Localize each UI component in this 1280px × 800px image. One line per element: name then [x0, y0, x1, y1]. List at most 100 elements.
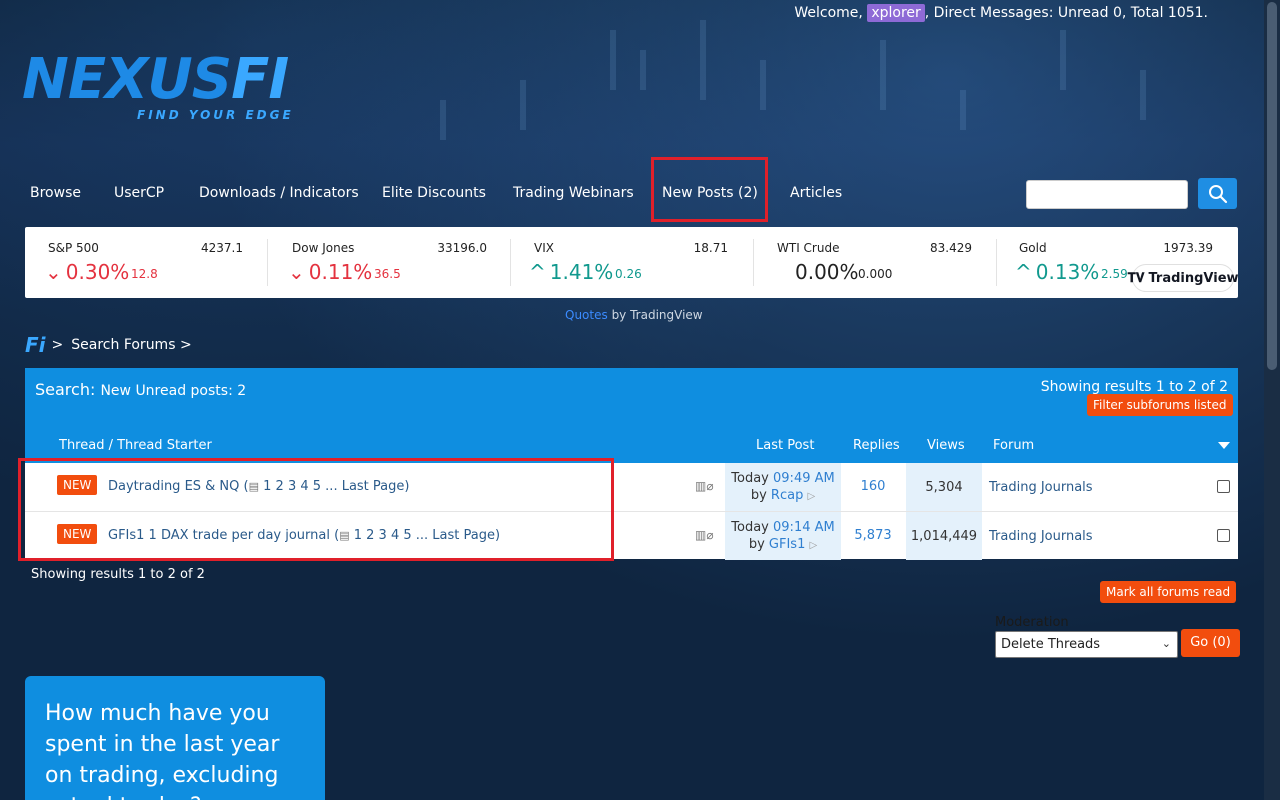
nav-elite-discounts[interactable]: Elite Discounts [382, 185, 486, 201]
quotes-by-text: by TradingView [611, 308, 703, 322]
mark-all-read-button[interactable]: Mark all forums read [1100, 581, 1237, 603]
moderation-selected: Delete Threads [1001, 637, 1101, 652]
search-title-label: Search: [35, 380, 96, 399]
ticker-change: 12.8 [131, 267, 158, 281]
goto-last-post-icon[interactable]: ▷ [807, 491, 815, 502]
quotes-credit: Quotes by TradingView [565, 308, 703, 322]
ticker-wti-crude[interactable]: WTI Crude 83.429 0.00% 0.000 [754, 227, 997, 298]
ticker-dowjones[interactable]: Dow Jones 33196.0 ⌄ 0.11% 36.5 [268, 227, 511, 298]
ticker-name: VIX [534, 241, 554, 255]
last-post-cell: Today 09:14 AM by GFIs1 ▷ [725, 512, 841, 560]
ticker-change: 0.26 [615, 267, 642, 281]
promo-text: How much have you spent in the last year… [45, 701, 280, 800]
nav-usercp[interactable]: UserCP [114, 185, 164, 201]
col-replies[interactable]: Replies [853, 438, 900, 453]
replies-count[interactable]: 160 [841, 463, 905, 511]
last-post-by: by [750, 488, 767, 503]
forum-link[interactable]: Trading Journals [989, 480, 1093, 495]
forum-link[interactable]: Trading Journals [989, 529, 1093, 544]
ticker-pct: 0.11% [308, 260, 373, 284]
site-logo[interactable]: NEXUSFI FIND YOUR EDGE [22, 50, 322, 124]
nav-trading-webinars[interactable]: Trading Webinars [513, 185, 634, 201]
row-checkbox[interactable] [1217, 480, 1230, 493]
logo-name-fi: FI [231, 47, 289, 112]
row-checkbox[interactable] [1217, 529, 1230, 542]
col-thread[interactable]: Thread / Thread Starter [59, 438, 212, 453]
search-title: Search: New Unread posts: 2 [35, 380, 246, 399]
moderation-label: Moderation [995, 615, 1069, 630]
nav-articles[interactable]: Articles [790, 185, 842, 201]
nav-browse[interactable]: Browse [30, 185, 81, 201]
attachment-icon: ▥⌀ [695, 479, 714, 493]
goto-last-post-icon[interactable]: ▷ [809, 540, 817, 551]
table-row[interactable]: NEW GFIs1 1 DAX trade per day journal (▤… [25, 511, 1238, 560]
nav-downloads[interactable]: Downloads / Indicators [199, 185, 359, 201]
new-badge: NEW [57, 475, 98, 495]
ticker-name: S&P 500 [48, 241, 99, 255]
scrollbar-thumb[interactable] [1267, 2, 1277, 370]
search-subtitle: New Unread posts: 2 [100, 383, 247, 399]
col-forum[interactable]: Forum [993, 438, 1034, 453]
moderation-go-button[interactable]: Go (0) [1181, 629, 1240, 657]
last-post-time: 09:14 AM [773, 520, 835, 535]
messages-text[interactable]: , Direct Messages: Unread 0, Total 1051. [925, 5, 1208, 21]
caret-down-icon[interactable] [1218, 442, 1230, 449]
logo-name-main: NEXUS [22, 47, 232, 112]
home-fi-icon[interactable]: Fi [25, 333, 46, 357]
results-count-footer: Showing results 1 to 2 of 2 [31, 567, 205, 582]
ticker-price: 1973.39 [1163, 241, 1213, 255]
thread-pages[interactable]: 1 2 3 4 5 ... Last Page [263, 479, 404, 494]
table-row[interactable]: NEW Daytrading ES & NQ (▤ 1 2 3 4 5 ... … [25, 463, 1238, 511]
ticker-change: 0.000 [858, 267, 893, 281]
tradingview-badge-label: TradingView [1148, 270, 1239, 286]
col-last-post[interactable]: Last Post [756, 438, 814, 453]
site-search-input[interactable] [1026, 180, 1188, 209]
breadcrumb-separator: > [51, 337, 64, 353]
col-views[interactable]: Views [927, 438, 965, 453]
thread-title-link[interactable]: GFIs1 1 DAX trade per day journal [108, 528, 330, 543]
site-search-button[interactable] [1198, 178, 1237, 209]
quotes-link[interactable]: Quotes [565, 308, 608, 322]
nav-new-posts[interactable]: New Posts (2) [662, 185, 758, 201]
views-count: 5,304 [906, 463, 982, 511]
last-post-day: Today [731, 471, 769, 486]
ticker-name: WTI Crude [777, 241, 840, 255]
last-post-time: 09:49 AM [773, 471, 835, 486]
breadcrumb: Fi > Search Forums > [25, 333, 192, 357]
tradingview-badge[interactable]: 𝐓𝐕 TradingView [1127, 264, 1239, 292]
views-count: 1,014,449 [906, 512, 982, 560]
tradingview-logo-icon: 𝐓𝐕 [1127, 270, 1145, 286]
ticker-vix[interactable]: VIX 18.71 ^ 1.41% 0.26 [511, 227, 754, 298]
last-post-cell: Today 09:49 AM by Rcap ▷ [725, 463, 841, 511]
ticker-pct: 1.41% [549, 260, 614, 284]
ticker-widget[interactable]: S&P 500 4237.1 ⌄ 0.30% 12.8 Dow Jones 331… [25, 227, 1239, 298]
ticker-pct: 0.30% [65, 260, 130, 284]
ticker-name: Dow Jones [292, 241, 355, 255]
multipage-icon: ▤ [248, 480, 260, 493]
last-post-day: Today [731, 520, 769, 535]
filter-subforums-button[interactable]: Filter subforums listed [1087, 394, 1233, 416]
username-link[interactable]: xplorer [867, 4, 925, 22]
thread-pages[interactable]: 1 2 3 4 5 ... Last Page [354, 528, 495, 543]
last-post-user-link[interactable]: Rcap [771, 488, 803, 503]
moderation-select[interactable]: Delete Threads ⌄ [995, 631, 1178, 658]
ticker-price: 4237.1 [201, 241, 243, 255]
thread-title-link[interactable]: Daytrading ES & NQ [108, 479, 239, 494]
ticker-sp500[interactable]: S&P 500 4237.1 ⌄ 0.30% 12.8 [25, 227, 268, 298]
search-icon [1208, 184, 1227, 203]
last-post-user-link[interactable]: GFIs1 [769, 537, 805, 552]
welcome-bar: Welcome, xplorer, Direct Messages: Unrea… [794, 4, 1208, 22]
search-results-panel: Search: New Unread posts: 2 Showing resu… [25, 368, 1238, 560]
results-count: Showing results 1 to 2 of 2 [1040, 379, 1228, 395]
ticker-change: 36.5 [374, 267, 401, 281]
arrow-down-icon: ⌄ [288, 260, 305, 284]
page-scrollbar[interactable] [1264, 0, 1280, 800]
new-badge: NEW [57, 524, 98, 544]
replies-count[interactable]: 5,873 [841, 512, 905, 560]
last-post-by: by [748, 537, 765, 552]
promo-card[interactable]: How much have you spent in the last year… [25, 676, 325, 800]
multipage-icon: ▤ [339, 529, 350, 542]
breadcrumb-current[interactable]: Search Forums > [71, 337, 191, 353]
ticker-name: Gold [1019, 241, 1047, 255]
ticker-pct: 0.13% [1035, 260, 1100, 284]
